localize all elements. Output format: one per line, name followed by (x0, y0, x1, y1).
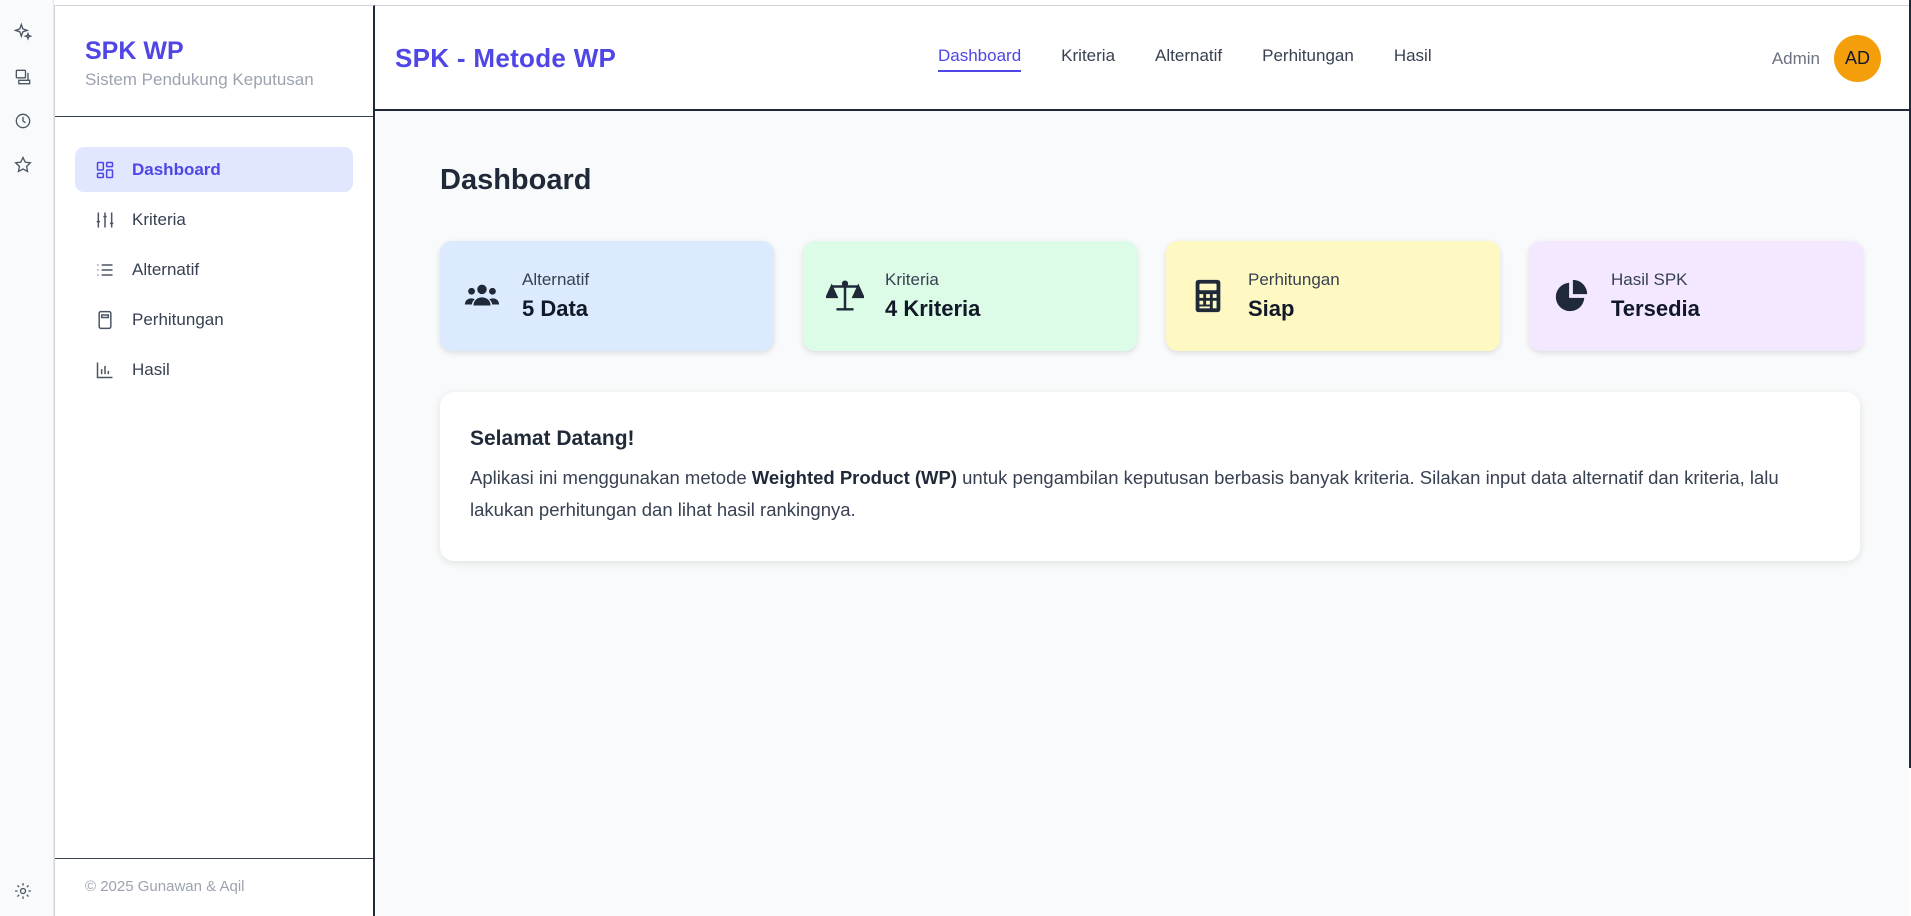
sidebar-item-hasil[interactable]: Hasil (75, 347, 353, 392)
history-icon[interactable] (12, 110, 34, 132)
collections-icon[interactable] (12, 66, 34, 88)
balance-scale-icon (825, 276, 865, 316)
browser-side-rail (0, 0, 54, 916)
stat-card-kriteria[interactable]: Kriteria 4 Kriteria (803, 241, 1137, 351)
stat-value: 5 Data (522, 296, 589, 321)
welcome-card: Selamat Datang! Aplikasi ini menggunakan… (440, 392, 1860, 561)
stat-label: Perhitungan (1248, 270, 1340, 289)
sidebar-item-label: Alternatif (132, 259, 200, 279)
sidebar-footer: © 2025 Gunawan & Aqil (55, 858, 373, 916)
welcome-title: Selamat Datang! (470, 427, 635, 450)
sidebar-item-perhitungan[interactable]: Perhitungan (75, 297, 353, 342)
nav-link-hasil[interactable]: Hasil (1394, 46, 1432, 72)
stat-card-hasil-spk[interactable]: Hasil SPK Tersedia (1529, 241, 1863, 351)
sidebar-item-label: Dashboard (132, 159, 221, 179)
sidebar-item-label: Perhitungan (132, 309, 224, 329)
nav-link-alternatif[interactable]: Alternatif (1155, 46, 1222, 72)
app-title: SPK - Metode WP (395, 43, 617, 73)
brand-subtitle: Sistem Pendukung Keputusan (85, 70, 314, 89)
nav-link-perhitungan[interactable]: Perhitungan (1262, 46, 1354, 72)
avatar[interactable]: AD (1834, 35, 1881, 82)
stat-value: Siap (1248, 296, 1295, 321)
top-header: SPK - Metode WP Dashboard Kriteria Alter… (375, 5, 1911, 111)
stat-label: Alternatif (522, 270, 590, 289)
users-icon (462, 276, 502, 316)
user-menu[interactable]: Admin AD (1772, 35, 1881, 82)
stat-card-alternatif[interactable]: Alternatif 5 Data (440, 241, 774, 351)
welcome-text: Aplikasi ini menggunakan metode Weighted… (470, 462, 1830, 526)
settings-gear-icon[interactable] (12, 880, 34, 902)
brand-title[interactable]: SPK WP (85, 36, 373, 66)
sliders-icon (95, 210, 115, 230)
calculator-icon (1188, 276, 1228, 316)
user-name: Admin (1771, 48, 1820, 68)
page-title: Dashboard (440, 164, 592, 196)
stats-row: Alternatif 5 Data Kriteria 4 Kriteria Pe… (440, 241, 1892, 351)
sidebar-item-kriteria[interactable]: Kriteria (75, 197, 353, 242)
welcome-method-name: Weighted Product (WP) (751, 467, 957, 488)
sidebar-item-alternatif[interactable]: Alternatif (75, 247, 353, 292)
stat-value: 4 Kriteria (885, 296, 981, 321)
nav-link-kriteria[interactable]: Kriteria (1061, 46, 1115, 72)
sidebar-menu: Dashboard Kriteria Alternatif Perhitunga… (55, 117, 373, 392)
sparkle-icon[interactable] (12, 21, 34, 43)
bar-chart-icon (95, 360, 115, 380)
welcome-text-before: Aplikasi ini menggunakan metode (470, 467, 752, 488)
sidebar-item-label: Hasil (132, 359, 170, 379)
stat-label: Kriteria (885, 270, 939, 289)
sidebar-brand: SPK WP Sistem Pendukung Keputusan (55, 6, 373, 117)
stat-card-perhitungan[interactable]: Perhitungan Siap (1166, 241, 1500, 351)
dashboard-icon (95, 160, 115, 180)
top-nav: Dashboard Kriteria Alternatif Perhitunga… (938, 46, 1472, 72)
nav-link-dashboard[interactable]: Dashboard (938, 46, 1022, 72)
pie-chart-icon (1551, 276, 1591, 316)
main-content: Dashboard Alternatif 5 Data Kriteria 4 K… (376, 111, 1909, 916)
list-icon (95, 260, 115, 280)
sidebar-item-label: Kriteria (132, 209, 186, 229)
stat-value: Tersedia (1611, 296, 1700, 321)
sidebar: SPK WP Sistem Pendukung Keputusan Dashbo… (54, 5, 375, 916)
sidebar-item-dashboard[interactable]: Dashboard (75, 147, 353, 192)
stat-label: Hasil SPK (1611, 270, 1688, 289)
star-icon[interactable] (12, 154, 34, 176)
calculator-icon (95, 310, 115, 330)
